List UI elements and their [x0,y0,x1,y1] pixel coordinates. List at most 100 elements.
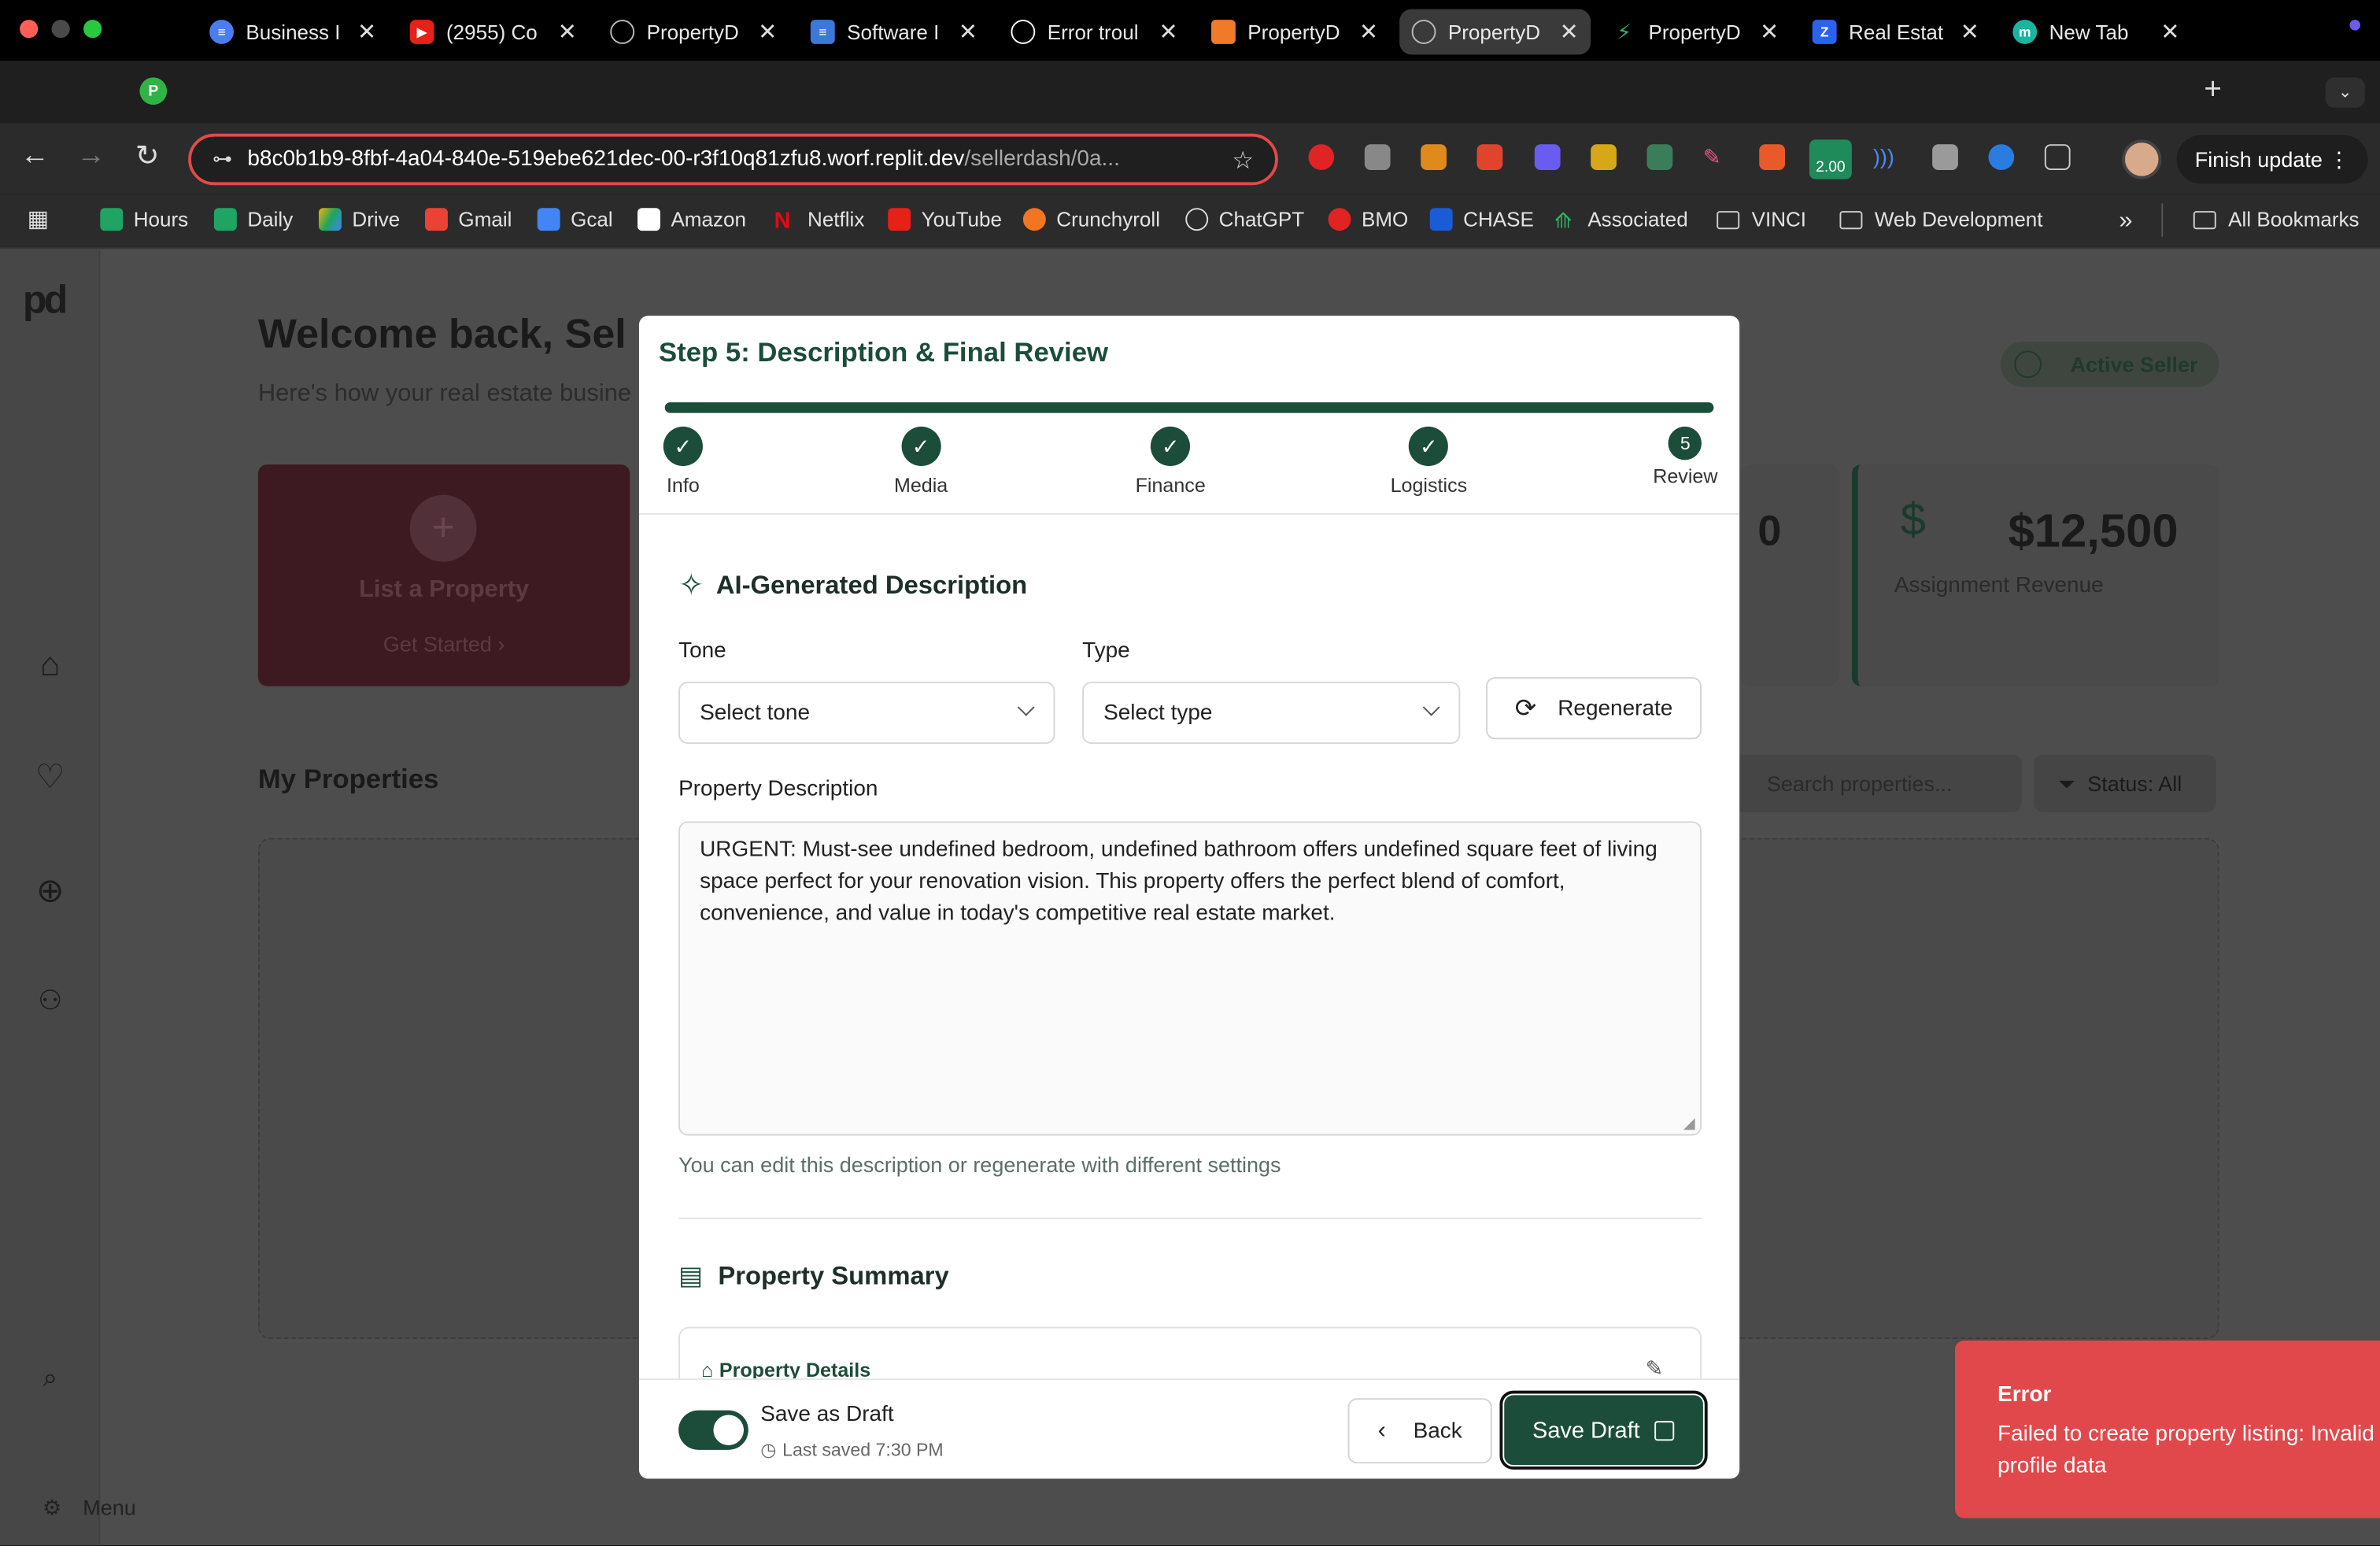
browser-tab[interactable]: Z Real Estat ✕ [1800,9,1991,55]
finish-update-button[interactable]: Finish update ⋮ [2176,135,2368,184]
close-tab-icon[interactable]: ✕ [1550,18,1578,46]
bookmark-gmail[interactable]: Gmail [425,208,512,231]
pen-extension-icon[interactable]: ✎ [1703,144,1729,170]
extension-icon[interactable] [1988,144,2015,171]
browser-tab[interactable]: ≡ Software I ✕ [798,9,989,55]
browser-tab[interactable]: Error troul ✕ [999,9,1190,55]
pinned-tab[interactable]: P [139,77,168,105]
close-tab-icon[interactable]: ✕ [1951,18,1979,46]
calendar-icon [537,208,560,231]
bookmark-folder-vinci[interactable]: VINCI [1717,208,1806,231]
step-media[interactable]: ✓ Media [894,426,948,497]
extension-icon[interactable] [1646,144,1673,171]
close-window-button[interactable] [20,20,39,39]
active-seller-label: Active Seller [2070,352,2198,377]
extension-icon[interactable] [1759,144,1786,171]
bookmark-drive[interactable]: Drive [319,208,400,231]
back-nav-icon[interactable]: ← [15,139,54,172]
search-icon[interactable]: ⌕ [31,1363,70,1403]
browser-tab[interactable]: ≡ Business I ✕ [198,9,389,55]
browser-tab[interactable]: m New Tab ✕ [2001,9,2192,55]
list-property-card[interactable]: + List a Property Get Started › [257,464,630,686]
bookmark-folder-web-development[interactable]: Web Development [1839,208,2043,231]
all-bookmarks-button[interactable]: All Bookmarks [2193,208,2360,231]
step-review[interactable]: 5 Review [1653,426,1717,487]
close-tab-icon[interactable]: ✕ [549,18,577,46]
extension-icon[interactable] [1932,144,1958,171]
bookmark-hours[interactable]: Hours [100,208,188,231]
bookmark-label: Drive [352,208,401,231]
step-info[interactable]: ✓ Info [663,426,703,497]
bookmark-amazon[interactable]: Amazon [638,208,746,231]
search-properties-input[interactable]: Search properties... [1730,754,2022,812]
bookmark-youtube[interactable]: YouTube [888,208,1002,231]
back-button[interactable]: ‹ Back [1347,1398,1492,1464]
more-bookmarks-button[interactable]: » [2119,208,2132,235]
close-tab-icon[interactable]: ✕ [749,18,777,46]
step-finance[interactable]: ✓ Finance [1136,426,1206,497]
heart-icon[interactable]: ♡ [31,757,70,797]
minimize-window-button[interactable] [51,20,70,39]
close-tab-icon[interactable]: ✕ [949,18,978,46]
tone-select[interactable]: Select tone [678,681,1055,745]
bookmark-star-icon[interactable]: ☆ [1232,146,1254,176]
user-icon[interactable]: ⚇ [31,986,70,1025]
extension-icon[interactable] [1421,144,1447,171]
bookmark-bmo[interactable]: BMO [1328,208,1408,231]
puzzle-extensions-icon[interactable] [2044,144,2071,171]
tab-title: PropertyD [646,20,739,43]
error-toast[interactable]: Error Failed to create property listing:… [1955,1340,2380,1518]
extension-icon[interactable] [1364,144,1391,171]
save-as-draft-toggle[interactable] [678,1410,748,1450]
add-circle-icon[interactable]: ⊕ [31,871,70,911]
browser-tab[interactable]: ⚡ PropertyD ✕ [1600,9,1791,55]
resize-handle[interactable]: ◢ [1683,1116,1695,1133]
bookmark-gcal[interactable]: Gcal [537,208,613,231]
finish-update-label: Finish update [2194,147,2323,172]
regenerate-button[interactable]: ⟳ Regenerate [1486,677,1702,740]
save-draft-button[interactable]: Save Draft [1499,1390,1708,1470]
bookmark-netflix[interactable]: N Netflix [774,208,865,234]
step-logistics[interactable]: ✓ Logistics [1391,426,1467,497]
profile-avatar[interactable] [2122,139,2162,179]
menu-button[interactable]: ⚙ Menu [42,1496,136,1522]
extension-icon[interactable] [1591,144,1617,171]
apps-grid-icon[interactable]: ▦ [28,207,52,232]
browser-tab-active[interactable]: PropertyD ✕ [1399,9,1591,55]
close-tab-icon[interactable]: ✕ [348,18,376,46]
get-started-link[interactable]: Get Started › [258,631,630,656]
close-tab-icon[interactable]: ✕ [1750,18,1779,46]
status-filter[interactable]: ⏷ Status: All [2034,754,2216,812]
description-textarea[interactable]: URGENT: Must-see undefined bedroom, unde… [678,821,1702,1136]
pinned-tab-label: P [148,83,159,100]
bookmark-chatgpt[interactable]: ChatGPT [1185,208,1304,231]
forward-nav-icon[interactable]: → [72,139,111,172]
browser-tab[interactable]: PropertyD ✕ [1199,9,1391,55]
bookmark-crunchyroll[interactable]: Crunchyroll [1022,208,1160,231]
new-tab-button[interactable]: + [2204,73,2222,108]
kebab-menu-icon[interactable]: ⋮ [2328,146,2349,172]
close-tab-icon[interactable]: ✕ [2152,18,2179,46]
browser-tab[interactable]: ▶ (2955) Co ✕ [397,9,589,55]
address-bar[interactable]: ⊶ b8c0b1b9-8fbf-4a04-840e-519ebe621dec-0… [188,133,1278,186]
extension-icon[interactable] [1308,144,1335,171]
close-tab-icon[interactable]: ✕ [1150,18,1177,46]
home-icon[interactable]: ⌂ [31,645,70,685]
maximize-window-button[interactable] [83,20,102,39]
bookmark-label: Gcal [571,208,613,231]
site-settings-icon[interactable]: ⊶ [213,147,232,172]
type-select[interactable]: Select type [1082,681,1461,745]
bookmark-associated[interactable]: ⟰ Associated [1554,208,1688,232]
bookmark-chase[interactable]: CHASE [1429,208,1534,231]
wave-extension-icon[interactable]: ))) [1873,144,1899,170]
reload-icon[interactable]: ↻ [128,139,167,174]
close-tab-icon[interactable]: ✕ [1350,18,1378,46]
bookmark-daily[interactable]: Daily [213,208,293,231]
browser-tab[interactable]: PropertyD ✕ [598,9,789,55]
extension-badge[interactable]: 2.00 [1809,139,1852,179]
extension-icon[interactable] [1534,144,1561,171]
edit-pencil-icon[interactable]: ✎ [1646,1356,1664,1381]
extension-icon[interactable] [1476,144,1503,171]
tab-search-icon[interactable]: ⌄ [2325,77,2365,108]
logo[interactable]: pd [23,276,68,324]
